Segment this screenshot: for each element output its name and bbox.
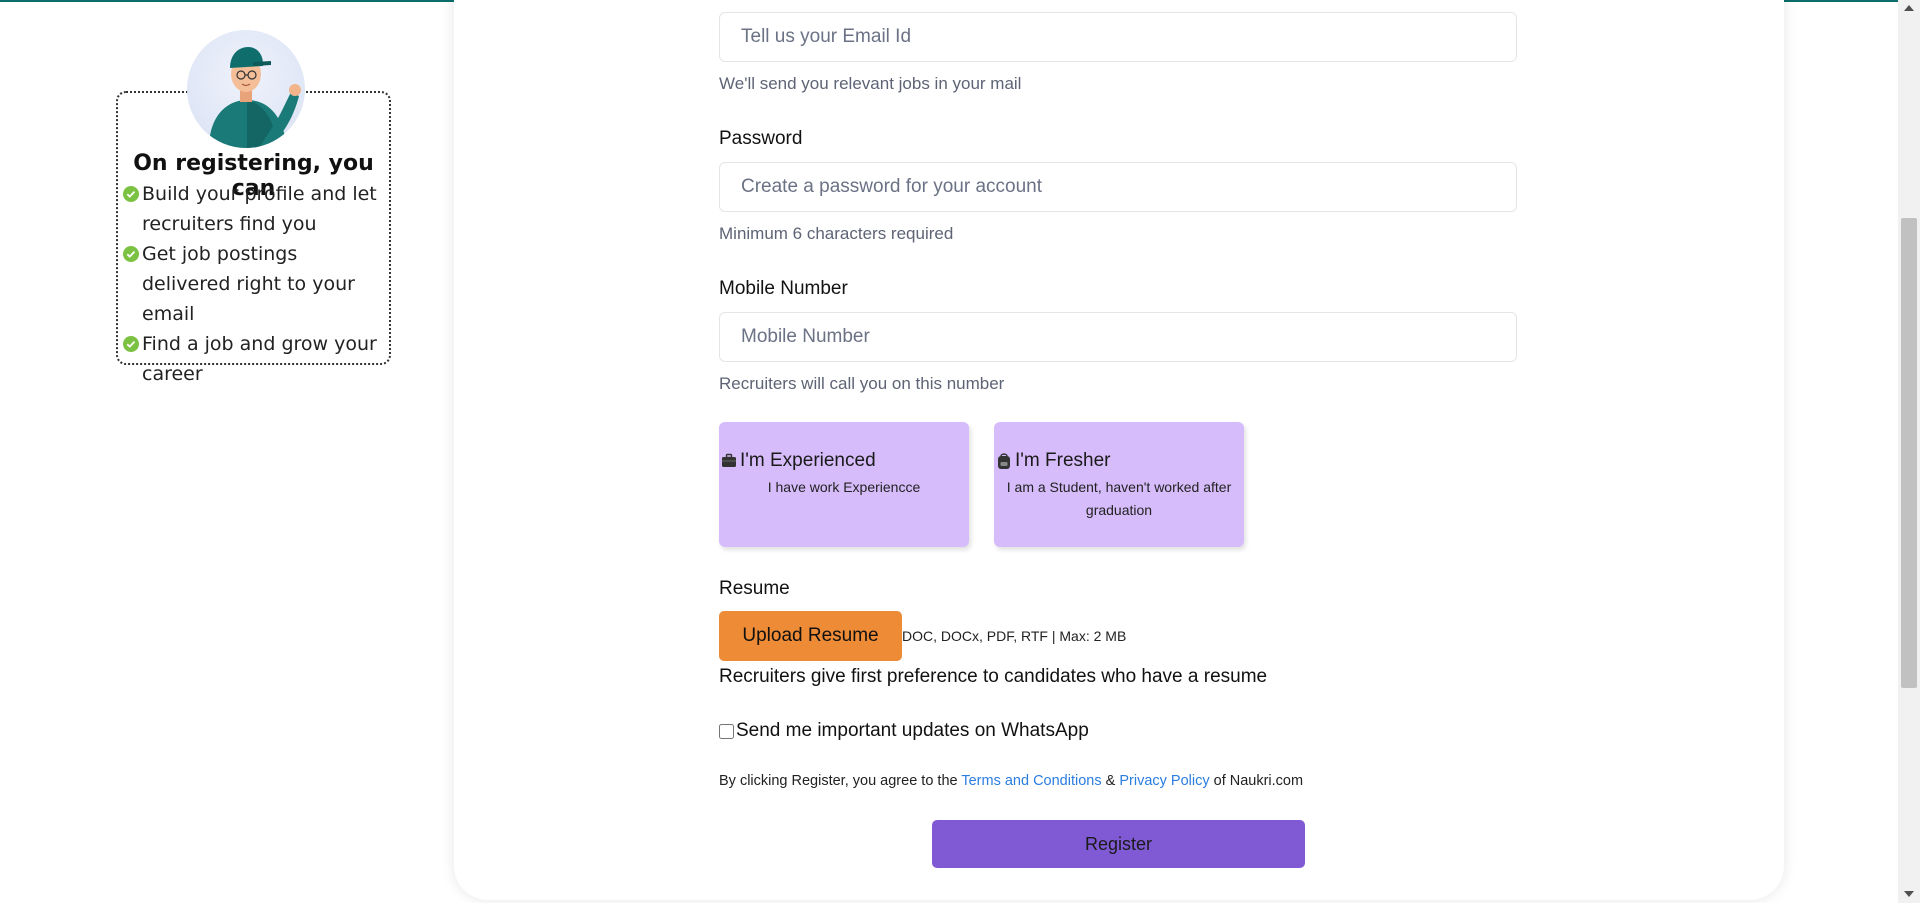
terms-statement: By clicking Register, you agree to the T… — [719, 773, 1303, 789]
experienced-title-row: I'm Experienced — [721, 450, 876, 472]
upload-resume-button[interactable]: Upload Resume — [719, 611, 902, 661]
email-field[interactable] — [719, 12, 1517, 62]
terms-ampersand: & — [1105, 773, 1116, 789]
resume-format-note: DOC, DOCx, PDF, RTF | Max: 2 MB — [902, 628, 1127, 644]
privacy-policy-link[interactable]: Privacy Policy — [1119, 773, 1209, 789]
benefit-text: Build your profile and let recruiters fi… — [142, 183, 377, 235]
scroll-up-arrow-icon[interactable] — [1904, 5, 1914, 11]
resume-preference-note: Recruiters give first preference to cand… — [719, 666, 1268, 687]
benefit-text: Get job postings delivered right to your… — [142, 243, 355, 325]
list-item: Build your profile and let recruiters fi… — [122, 179, 384, 239]
whatsapp-checkbox[interactable] — [719, 723, 734, 739]
mobile-hint: Recruiters will call you on this number — [719, 374, 1005, 393]
experienced-title: I'm Experienced — [740, 450, 876, 471]
experienced-description: I have work Experiencce — [767, 479, 921, 495]
fresher-description: I am a Student, haven't worked after gra… — [1006, 479, 1232, 518]
resume-label: Resume — [719, 578, 790, 599]
mobile-number-field[interactable] — [719, 312, 1517, 362]
password-field[interactable] — [719, 162, 1517, 212]
benefit-text: Find a job and grow your career — [142, 333, 377, 385]
check-circle-icon — [123, 336, 139, 352]
fresher-option[interactable]: I'm Fresher I am a Student, haven't work… — [994, 422, 1244, 547]
mobile-label: Mobile Number — [719, 278, 848, 299]
scroll-down-arrow-icon[interactable] — [1904, 891, 1914, 897]
experienced-option[interactable]: I'm Experienced I have work Experiencce — [719, 422, 969, 547]
terms-suffix: of Naukri.com — [1213, 773, 1304, 789]
register-button[interactable]: Register — [932, 820, 1305, 868]
email-hint: We'll send you relevant jobs in your mai… — [719, 74, 1022, 93]
whatsapp-optin-label: Send me important updates on WhatsApp — [736, 720, 1089, 741]
avatar-illustration — [187, 30, 305, 148]
list-item: Get job postings delivered right to your… — [122, 239, 384, 329]
fresher-title: I'm Fresher — [1015, 450, 1111, 471]
check-circle-icon — [123, 186, 139, 202]
backpack-icon — [998, 453, 1010, 469]
briefcase-icon — [722, 453, 736, 467]
fresher-title-row: I'm Fresher — [996, 450, 1110, 472]
password-hint: Minimum 6 characters required — [719, 224, 954, 243]
check-circle-icon — [123, 246, 139, 262]
password-label: Password — [719, 128, 803, 149]
terms-and-conditions-link[interactable]: Terms and Conditions — [961, 773, 1101, 789]
waving-person-icon — [209, 47, 301, 148]
scrollbar-thumb[interactable] — [1901, 218, 1917, 688]
list-item: Find a job and grow your career — [122, 329, 384, 389]
terms-prefix: By clicking Register, you agree to the — [719, 773, 958, 789]
benefits-list: Build your profile and let recruiters fi… — [122, 179, 384, 389]
whatsapp-optin[interactable]: Send me important updates on WhatsApp — [719, 720, 1089, 742]
